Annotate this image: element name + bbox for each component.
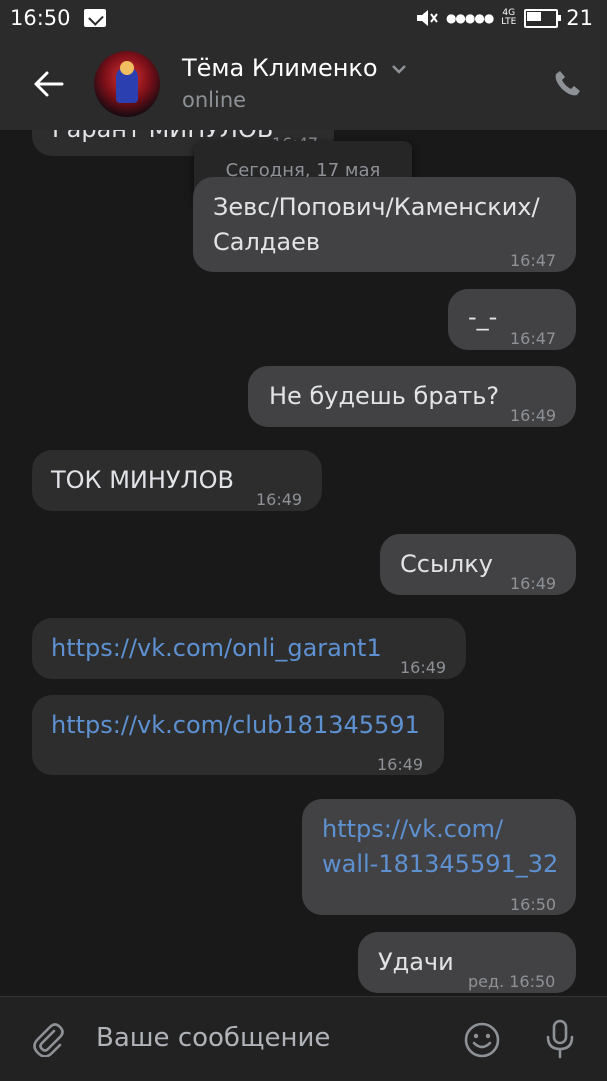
message-input[interactable]: Ваше сообщение (96, 1023, 330, 1053)
message-outgoing[interactable]: Зевс/Попович/Каменских/ Салдаев 16:47 (193, 177, 576, 272)
battery-level: 21 (566, 6, 593, 30)
message-text: Ссылку (400, 550, 493, 578)
message-time: 16:49 (377, 755, 424, 774)
status-time: 16:50 (10, 6, 71, 30)
message-outgoing[interactable]: https://vk.com/ wall-181345591_32 16:50 (302, 799, 576, 915)
message-link[interactable]: https://vk.com/onli_garant1 (51, 631, 382, 666)
message-outgoing[interactable]: Не будешь брать? 16:49 (248, 366, 576, 427)
chat-header: Тёма Клименко online (0, 38, 607, 130)
contact-name[interactable]: Тёма Клименко (182, 54, 378, 82)
signal-dots-icon: ●●●●● (445, 11, 494, 25)
message-list[interactable]: Гарант МИНУЛОВ 16:47 Сегодня, 17 мая Зев… (0, 130, 607, 996)
message-time: 16:47 (510, 251, 557, 270)
message-incoming[interactable]: https://vk.com/club181345591 16:49 (32, 695, 444, 775)
back-arrow-icon[interactable] (28, 64, 68, 104)
message-time: 16:49 (400, 658, 447, 677)
message-text: -_- (468, 303, 498, 331)
message-incoming[interactable]: ТОК МИНУЛОВ 16:49 (32, 450, 322, 511)
phone-icon[interactable] (553, 68, 583, 98)
composer-bar: Ваше сообщение (0, 996, 607, 1081)
message-link[interactable]: https://vk.com/ wall-181345591_32 (322, 812, 562, 882)
message-time: 16:49 (510, 406, 557, 425)
notification-icon (84, 9, 106, 27)
message-time: 16:49 (510, 574, 557, 593)
message-text: Удачи (378, 948, 454, 976)
message-time: ред. 16:50 (468, 972, 556, 991)
message-outgoing[interactable]: -_- 16:47 (448, 289, 576, 350)
chevron-down-icon[interactable] (390, 60, 408, 78)
microphone-icon[interactable] (543, 1019, 577, 1059)
avatar[interactable] (94, 51, 160, 117)
message-text: Не будешь брать? (269, 382, 500, 410)
message-text: ТОК МИНУЛОВ (51, 466, 234, 494)
status-bar: 16:50 ●●●●● 4G LTE 21 (0, 0, 607, 38)
mute-icon (416, 10, 438, 26)
paperclip-icon[interactable] (30, 1021, 66, 1057)
message-outgoing[interactable]: Удачи ред. 16:50 (358, 932, 576, 993)
message-link[interactable]: https://vk.com/club181345591 (51, 708, 420, 743)
message-time: 16:50 (510, 895, 557, 914)
network-icon: 4G LTE (501, 8, 517, 27)
emoji-icon[interactable] (463, 1021, 501, 1059)
message-outgoing[interactable]: Ссылку 16:49 (380, 534, 576, 595)
contact-status: online (182, 88, 247, 112)
message-incoming[interactable]: https://vk.com/onli_garant1 16:49 (32, 618, 466, 679)
battery-icon (524, 8, 562, 28)
message-time: 16:47 (510, 329, 557, 348)
message-time: 16:49 (256, 490, 303, 509)
